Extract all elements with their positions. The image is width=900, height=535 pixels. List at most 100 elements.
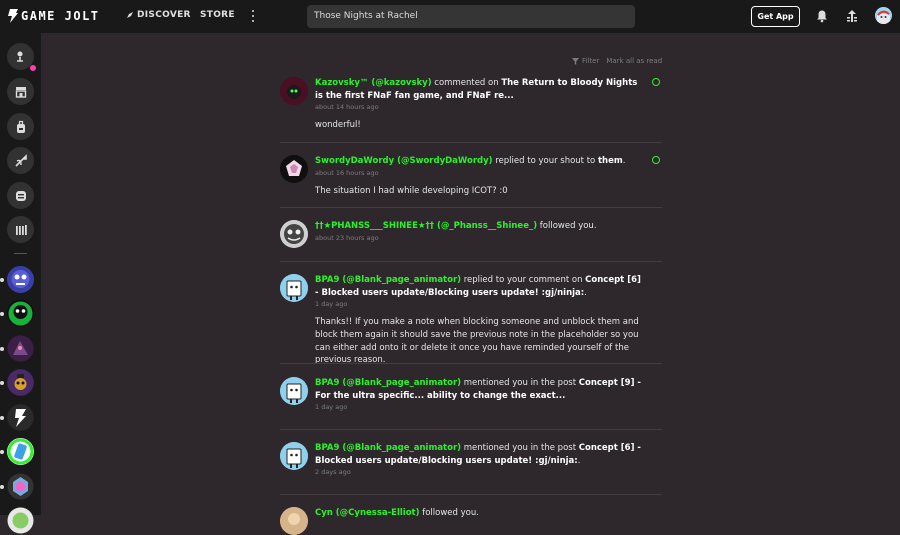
community-avatar[interactable] xyxy=(7,473,34,500)
community-avatar[interactable] xyxy=(7,507,34,534)
unread-indicator[interactable] xyxy=(652,156,660,164)
community-avatar[interactable] xyxy=(7,335,34,362)
unread-indicator[interactable] xyxy=(652,78,660,86)
get-app-button[interactable]: Get App xyxy=(751,6,800,27)
filter-label: Filter xyxy=(582,57,600,65)
avatar[interactable] xyxy=(280,274,308,302)
notification-text: Cyn (@Cynessa-Elliot) followed you. xyxy=(315,507,645,520)
backpack-icon xyxy=(16,120,25,133)
actor-link[interactable]: Kazovsky™ (@kazovsky) xyxy=(315,78,432,88)
logo-text: GAME JOLT xyxy=(21,9,100,23)
notification-text: BPA9 (@Blank_page_animator) mentioned yo… xyxy=(315,442,645,467)
mark-all-read-button[interactable]: Mark all as read xyxy=(606,57,662,65)
rail-backpack-button[interactable] xyxy=(7,113,34,140)
target-link[interactable]: them xyxy=(598,156,623,166)
community-avatar[interactable] xyxy=(7,438,34,465)
timestamp: 2 days ago xyxy=(315,468,351,476)
feed-controls: Filter Mark all as read xyxy=(572,57,662,65)
notification-item[interactable]: Kazovsky™ (@kazovsky) commented on The R… xyxy=(280,77,662,137)
comment-text: Thanks!! If you make a note when blockin… xyxy=(315,317,639,366)
store-icon xyxy=(15,86,26,98)
divider xyxy=(280,429,662,430)
nav-store[interactable]: STORE xyxy=(200,10,235,20)
filter-button[interactable]: Filter xyxy=(572,57,599,65)
filter-icon xyxy=(572,57,579,65)
community-avatar[interactable] xyxy=(7,300,34,327)
community-unread-pip xyxy=(0,381,4,385)
notification-text: Kazovsky™ (@kazovsky) commented on The R… xyxy=(315,77,645,102)
action-text: mentioned you in the post xyxy=(461,378,579,388)
community-unread-pip xyxy=(0,278,4,282)
avatar[interactable] xyxy=(280,507,308,535)
game-jolt-bolt-icon xyxy=(8,9,18,23)
actor-link[interactable]: ††★PHANSS___SHINEE★†† (@_Phanss__Shinee_… xyxy=(315,221,537,231)
community-unread-pip xyxy=(0,416,4,420)
comment-text: The situation I had while developing ICO… xyxy=(315,185,508,196)
avatar[interactable] xyxy=(280,77,308,105)
actor-link[interactable]: SwordyDaWordy (@SwordyDaWordy) xyxy=(315,156,493,166)
more-menu-icon[interactable] xyxy=(250,9,256,23)
notification-dot xyxy=(30,65,36,71)
notification-text: ††★PHANSS___SHINEE★†† (@_Phanss__Shinee_… xyxy=(315,220,645,233)
punctuation: . xyxy=(622,156,626,166)
divider xyxy=(280,207,662,208)
top-bar: GAME JOLT DISCOVER STORE Those Nights at… xyxy=(0,0,900,33)
action-text: commented on xyxy=(431,78,502,88)
community-avatar[interactable] xyxy=(7,266,34,293)
actor-link[interactable]: BPA9 (@Blank_page_animator) xyxy=(315,275,461,285)
user-feed-icon xyxy=(16,51,23,62)
notification-body: BPA9 (@Blank_page_animator) mentioned yo… xyxy=(315,442,645,476)
quest-icon xyxy=(14,153,27,167)
action-text: followed you. xyxy=(537,221,597,231)
notification-body: BPA9 (@Blank_page_animator) mentioned yo… xyxy=(315,377,645,411)
notification-text: BPA9 (@Blank_page_animator) mentioned yo… xyxy=(315,377,645,402)
punctuation: . xyxy=(584,287,587,298)
notification-item[interactable]: ††★PHANSS___SHINEE★†† (@_Phanss__Shinee_… xyxy=(280,220,662,250)
community-unread-pip xyxy=(0,450,4,454)
rail-quests-button[interactable] xyxy=(7,147,34,174)
actor-link[interactable]: Cyn (@Cynessa-Elliot) xyxy=(315,508,420,518)
user-avatar[interactable] xyxy=(875,7,892,24)
actor-link[interactable]: BPA9 (@Blank_page_animator) xyxy=(315,378,461,388)
notification-item[interactable]: BPA9 (@Blank_page_animator) replied to y… xyxy=(280,274,662,365)
community-unread-pip xyxy=(0,485,4,489)
activity-icon[interactable] xyxy=(845,9,859,23)
action-text: followed you. xyxy=(419,508,479,518)
notification-item[interactable]: Cyn (@Cynessa-Elliot) followed you. xyxy=(280,507,662,535)
site-logo[interactable]: GAME JOLT xyxy=(8,9,100,23)
notification-item[interactable]: BPA9 (@Blank_page_animator) mentioned yo… xyxy=(280,377,662,417)
library-icon xyxy=(15,224,27,235)
nav-discover[interactable]: DISCOVER xyxy=(126,10,191,20)
action-text: replied to your shout to xyxy=(492,156,598,166)
search-input[interactable]: Those Nights at Rachel xyxy=(307,5,635,28)
community-avatar[interactable] xyxy=(7,369,34,396)
community-avatar[interactable] xyxy=(7,404,34,431)
rail-library-button[interactable] xyxy=(7,216,34,243)
avatar[interactable] xyxy=(280,220,308,248)
notification-item[interactable]: BPA9 (@Blank_page_animator) mentioned yo… xyxy=(280,442,662,482)
divider xyxy=(280,494,662,495)
action-text: mentioned you in the post xyxy=(461,443,579,453)
actor-link[interactable]: BPA9 (@Blank_page_animator) xyxy=(315,443,461,453)
rail-divider xyxy=(14,253,27,254)
action-text: replied to your comment on xyxy=(461,275,586,285)
avatar[interactable] xyxy=(280,377,308,405)
rail-store-button[interactable] xyxy=(7,78,34,105)
divider xyxy=(280,142,662,143)
avatar[interactable] xyxy=(280,155,308,183)
notification-text: BPA9 (@Blank_page_animator) replied to y… xyxy=(315,274,645,299)
timestamp: 1 day ago xyxy=(315,300,348,308)
left-rail xyxy=(0,33,41,534)
timestamp: about 23 hours ago xyxy=(315,233,379,242)
bell-icon[interactable] xyxy=(815,9,829,23)
community-unread-pip xyxy=(0,312,4,316)
divider xyxy=(280,363,662,364)
avatar[interactable] xyxy=(280,442,308,470)
punctuation: . xyxy=(577,455,581,466)
timestamp: about 16 hours ago xyxy=(315,168,379,177)
notification-body: ††★PHANSS___SHINEE★†† (@_Phanss__Shinee_… xyxy=(315,220,645,242)
chat-icon xyxy=(15,190,26,201)
notification-item[interactable]: SwordyDaWordy (@SwordyDaWordy) replied t… xyxy=(280,155,662,200)
rail-chat-button[interactable] xyxy=(7,182,34,209)
community-unread-pip xyxy=(0,347,4,351)
